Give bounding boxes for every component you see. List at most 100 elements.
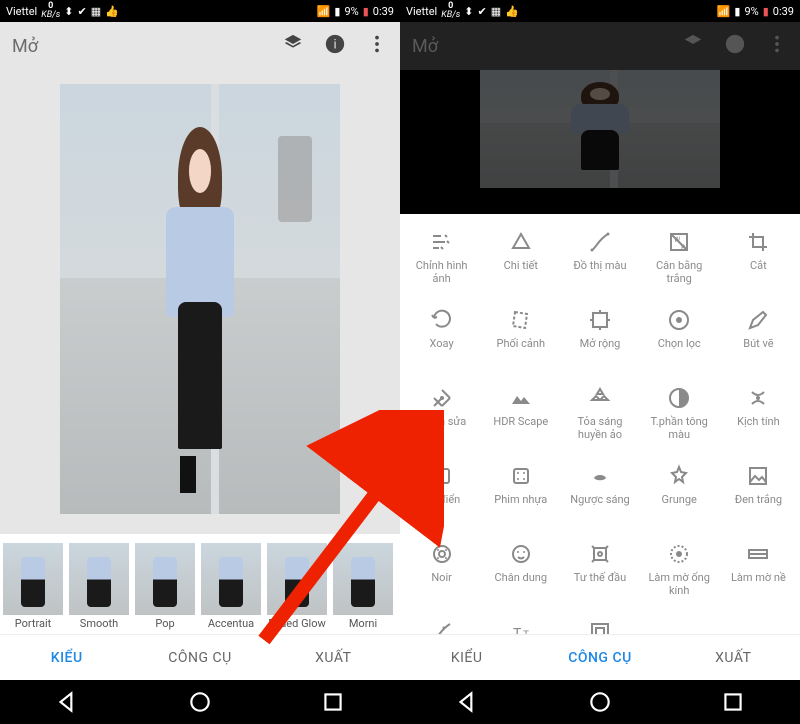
- download-icon: ⬍: [464, 5, 473, 18]
- svg-text:B: B: [681, 244, 685, 252]
- android-nav: [0, 680, 400, 724]
- tool-l-m-m-n-[interactable]: Làm mờ nề: [719, 534, 798, 612]
- style-thumb[interactable]: Morni: [332, 543, 394, 630]
- tool-icon: WB: [665, 228, 693, 256]
- tab-styles[interactable]: KIỂU: [0, 635, 133, 680]
- clock: 0:39: [773, 5, 794, 18]
- layers-icon[interactable]: [282, 33, 304, 59]
- tool-label: Xoay: [430, 338, 454, 351]
- dimmed-backdrop[interactable]: Mở: [400, 22, 800, 214]
- screen-right: Viettel 0KB/s ⬍ ✔ ▦ 👍 📶 ▮ 9% ▮ 0:39 Mở: [400, 0, 800, 724]
- tool-icon: [665, 384, 693, 412]
- tool-icon: [665, 306, 693, 334]
- tool-icon: [586, 228, 614, 256]
- tab-export[interactable]: XUẤT: [267, 635, 400, 680]
- tab-styles[interactable]: KIỂU: [400, 635, 533, 680]
- tool-item-27[interactable]: [560, 612, 639, 634]
- tool-m-r-ng[interactable]: Mở rộng: [560, 300, 639, 378]
- svg-text:T: T: [513, 626, 522, 634]
- tool-icon: [428, 384, 456, 412]
- tool-b-t-v-[interactable]: Bút vẽ: [719, 300, 798, 378]
- tool-ng-c-s-ng[interactable]: Ngược sáng: [560, 456, 639, 534]
- tool-hdr-scape[interactable]: HDR Scape: [481, 378, 560, 456]
- tool-item-28[interactable]: [640, 612, 719, 634]
- tool-label: Đen trắng: [735, 494, 782, 507]
- tool-l-m-m-ng-k-nh[interactable]: Làm mờ ống kính: [640, 534, 719, 612]
- nav-back[interactable]: [454, 689, 480, 715]
- more-icon[interactable]: [366, 33, 388, 59]
- tool-icon: [586, 618, 614, 634]
- nav-recent[interactable]: [320, 689, 346, 715]
- open-button[interactable]: Mở: [12, 36, 38, 57]
- tab-export[interactable]: XUẤT: [667, 635, 800, 680]
- nav-recent[interactable]: [720, 689, 746, 715]
- layers-icon: [682, 33, 704, 59]
- tool-t-a-s-ng-huy-n-o[interactable]: Tỏa sáng huyền ảo: [560, 378, 639, 456]
- tool-icon: [428, 540, 456, 568]
- tool-ph-i-c-nh[interactable]: Phối cảnh: [481, 300, 560, 378]
- nav-home[interactable]: [187, 689, 213, 715]
- style-thumb[interactable]: Accentua: [200, 543, 262, 630]
- info-icon[interactable]: i: [324, 33, 346, 59]
- style-thumb[interactable]: Smooth: [68, 543, 130, 630]
- tool-icon: [428, 618, 456, 634]
- tool-grunge[interactable]: Grunge: [640, 456, 719, 534]
- tool-icon: [428, 228, 456, 256]
- tool-label: Grunge: [662, 494, 697, 507]
- tool-noir[interactable]: Noir: [402, 534, 481, 612]
- tool-icon: [744, 618, 772, 634]
- tool-t-ph-n-t-ng-m-u[interactable]: T.phần tông màu: [640, 378, 719, 456]
- photo-canvas[interactable]: [0, 70, 400, 534]
- tool-label: Phim nhựa: [494, 494, 547, 507]
- carrier-label: Viettel: [6, 5, 37, 18]
- tool-label: Tư thế đầu: [574, 572, 626, 585]
- thumb-icon: 👍: [105, 5, 119, 18]
- tool-label: Chỉnh sửa: [417, 416, 466, 429]
- tool-t-th-u[interactable]: Tư thế đầu: [560, 534, 639, 612]
- tool-label: Chân dung: [495, 572, 548, 585]
- status-bar: Viettel 0KB/s ⬍ ✔ ▦ 👍 📶 ▮ 9% ▮ 0:39: [0, 0, 400, 22]
- nav-back[interactable]: [54, 689, 80, 715]
- tool-phim-nh-a[interactable]: Phim nhựa: [481, 456, 560, 534]
- style-thumb[interactable]: Pop: [134, 543, 196, 630]
- tool-c-i-n[interactable]: 1Cổ điển: [402, 456, 481, 534]
- svg-text:W: W: [674, 236, 681, 244]
- style-thumb[interactable]: Portrait: [2, 543, 64, 630]
- tool-icon: [507, 384, 535, 412]
- android-nav: [400, 680, 800, 724]
- svg-text:1: 1: [439, 472, 445, 483]
- tool-label: Chọn lọc: [658, 338, 701, 351]
- tool-ch-n-l-c[interactable]: Chọn lọc: [640, 300, 719, 378]
- tool-label: Kịch tính: [737, 416, 780, 429]
- tool-t-[interactable]: TTTт: [481, 612, 560, 634]
- tool-icon: [586, 306, 614, 334]
- styles-strip[interactable]: Portrait Smooth Pop Accentua Faded Glow …: [0, 534, 400, 634]
- wifi-icon: 📶: [317, 5, 331, 18]
- tool-icon: [744, 462, 772, 490]
- tool-icon: [428, 306, 456, 334]
- check-icon: ✔: [477, 5, 486, 18]
- status-bar: Viettel 0KB/s ⬍ ✔ ▦ 👍 📶 ▮ 9% ▮ 0:39: [400, 0, 800, 22]
- screen-left: Viettel 0KB/s ⬍ ✔ ▦ 👍 📶 ▮ 9% ▮ 0:39 Mở i: [0, 0, 400, 724]
- tool-xoay[interactable]: Xoay: [402, 300, 481, 378]
- tool-ch-n-dung[interactable]: Chân dung: [481, 534, 560, 612]
- tool-ch-nh-s-a[interactable]: Chỉnh sửa: [402, 378, 481, 456]
- nav-home[interactable]: [587, 689, 613, 715]
- tool-k-ch-t-nh[interactable]: Kịch tính: [719, 378, 798, 456]
- tool-c-n-b-ng-tr-ng[interactable]: WBCân bằng trắng: [640, 222, 719, 300]
- tab-tools[interactable]: CÔNG CỤ: [533, 635, 666, 680]
- data-rate: 0KB/s: [441, 2, 460, 20]
- tab-tools[interactable]: CÔNG CỤ: [133, 635, 266, 680]
- tool--en-tr-ng[interactable]: Đen trắng: [719, 456, 798, 534]
- tool-chi-ti-t[interactable]: Chi tiết: [481, 222, 560, 300]
- tool-label: Ngược sáng: [570, 494, 630, 507]
- tool--th-m-u[interactable]: Đồ thị màu: [560, 222, 639, 300]
- tool-ch-nh-h-nh-nh[interactable]: Chỉnh hình ảnh: [402, 222, 481, 300]
- tool-item-25[interactable]: [402, 612, 481, 634]
- style-thumb[interactable]: Faded Glow: [266, 543, 328, 630]
- tool-c-t[interactable]: Cắt: [719, 222, 798, 300]
- battery-text: 9%: [344, 5, 358, 18]
- tool-item-29[interactable]: [719, 612, 798, 634]
- thumb-icon: 👍: [505, 5, 519, 18]
- tool-icon: [507, 462, 535, 490]
